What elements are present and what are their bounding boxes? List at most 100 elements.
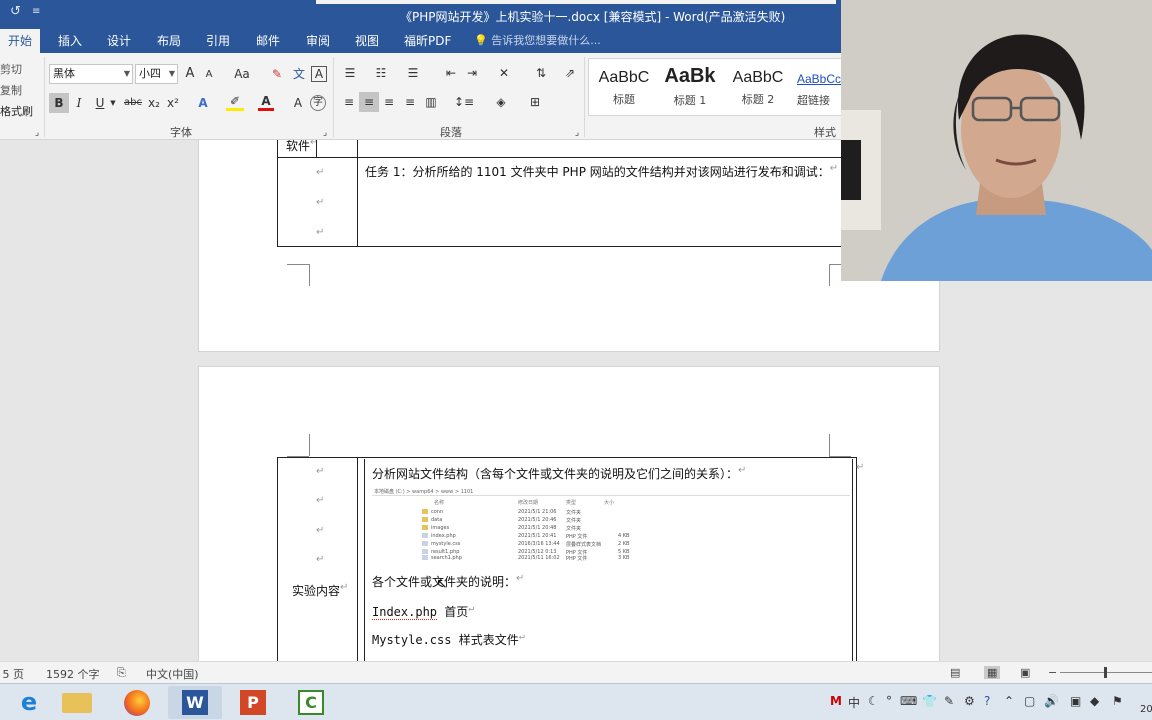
text-effects-icon[interactable]: A <box>194 93 212 113</box>
highlight-icon[interactable]: ✐ <box>226 93 244 111</box>
style-title[interactable]: AaBbC 标题 <box>591 63 657 107</box>
volume-icon[interactable]: 🔊 <box>1044 694 1059 708</box>
align-center-icon[interactable]: ≡ <box>359 92 379 112</box>
strikethrough-button[interactable]: abc <box>122 93 144 113</box>
ime-zh-icon[interactable]: 中 <box>848 694 860 711</box>
zoom-slider-thumb[interactable] <box>1104 667 1107 678</box>
firefox-icon[interactable] <box>110 686 164 719</box>
distributed-icon[interactable]: ▥ <box>422 92 440 112</box>
proofing-icon[interactable]: ⎘ <box>117 666 126 680</box>
style-hyperlink[interactable]: AaBbCcI 超链接 <box>793 63 843 108</box>
web-layout-icon[interactable]: ▣ <box>1020 666 1030 679</box>
network-icon[interactable]: ▢ <box>1024 694 1035 708</box>
style-preview: AaBk <box>664 65 716 87</box>
ime-m-icon[interactable]: M <box>830 694 842 708</box>
char-shading-icon[interactable]: A <box>290 93 306 113</box>
paragraph-mark: ↵ <box>316 466 325 477</box>
tab-mailings[interactable]: 邮件 <box>256 29 280 53</box>
punctuation-icon[interactable]: ° <box>886 694 892 708</box>
grow-font-button[interactable]: A <box>182 64 198 84</box>
justify-icon[interactable]: ≡ <box>401 92 419 112</box>
copy-button[interactable]: 复制 <box>0 82 22 98</box>
tab-view[interactable]: 视图 <box>355 29 379 53</box>
file-structure-heading[interactable]: 分析网站文件结构（含每个文件或文件夹的说明及它们之间的关系）： ↵ <box>372 465 746 482</box>
italic-button[interactable]: I <box>71 93 87 113</box>
usb-icon[interactable]: ▣ <box>1070 694 1081 708</box>
underline-button[interactable]: U <box>92 93 108 113</box>
char-spacing-icon[interactable]: ✕ <box>492 63 516 83</box>
superscript-button[interactable]: x² <box>165 93 181 113</box>
bullets-icon[interactable]: ☰ <box>340 63 360 83</box>
moon-icon[interactable]: ☾ <box>868 694 879 708</box>
customize-qat-icon[interactable]: ≡ <box>32 6 40 17</box>
keyboard-icon[interactable]: ⌨ <box>900 694 917 708</box>
sort-icon[interactable]: ⇅ <box>531 63 551 83</box>
char-border-icon[interactable]: A <box>311 66 327 82</box>
presenter-image <box>841 0 1152 281</box>
multilevel-list-icon[interactable]: ☰ <box>402 63 424 83</box>
borders-icon[interactable]: ⊞ <box>522 92 548 112</box>
help-icon[interactable]: ? <box>984 694 990 708</box>
clear-format-icon[interactable]: ✎ <box>268 64 286 84</box>
bold-button[interactable]: B <box>49 93 69 113</box>
camtasia-icon[interactable]: C <box>284 686 338 719</box>
word-icon[interactable]: W <box>168 686 222 719</box>
style-heading-2[interactable]: AaBbC 标题 2 <box>725 63 791 107</box>
increase-indent-icon[interactable]: ⇥ <box>462 63 482 83</box>
phonetic-guide-icon[interactable]: 文 <box>290 64 308 84</box>
tab-references[interactable]: 引用 <box>206 29 230 53</box>
font-color-icon[interactable]: A <box>258 93 274 111</box>
style-heading-1[interactable]: AaBk 标题 1 <box>657 63 723 108</box>
subscript-button[interactable]: x₂ <box>146 93 162 113</box>
tab-insert[interactable]: 插入 <box>58 29 82 53</box>
settings-icon[interactable]: ⚙ <box>964 694 975 708</box>
tab-home[interactable]: 开始 <box>0 29 41 53</box>
index-php-name: Index.php <box>372 605 438 620</box>
decrease-indent-icon[interactable]: ⇤ <box>441 63 461 83</box>
align-right-icon[interactable]: ≡ <box>380 92 398 112</box>
index-php-line[interactable]: Index.php 首页 ↵ <box>372 603 474 620</box>
chevron-down-icon[interactable]: ▼ <box>108 93 118 113</box>
change-case-button[interactable]: Aa <box>228 64 256 84</box>
file-explorer-icon[interactable] <box>50 686 104 719</box>
file-icon <box>422 533 428 538</box>
print-layout-icon[interactable]: ▦ <box>984 666 1001 679</box>
align-left-icon[interactable]: ≡ <box>340 92 358 112</box>
read-mode-icon[interactable]: ▤ <box>950 666 960 679</box>
line-spacing-icon[interactable]: ↕≡ <box>451 92 477 112</box>
show-marks-icon[interactable]: ⇗ <box>561 63 579 83</box>
zoom-out-icon[interactable]: − <box>1048 666 1057 679</box>
ie-icon[interactable]: e <box>2 686 56 719</box>
app-tray-icon[interactable]: ◆ <box>1090 694 1099 708</box>
shading-icon[interactable]: ◈ <box>488 92 514 112</box>
explorer-screenshot-image[interactable]: 本地磁盘 (C:) > wamp64 > www > 1101 名称 修改日期 … <box>372 486 850 562</box>
page-count[interactable]: 第 5 页 <box>0 666 24 682</box>
tray-flag-icon[interactable]: ⚑ <box>1112 694 1123 708</box>
chevron-down-icon: ▼ <box>168 69 175 78</box>
tray-expand-icon[interactable]: ⌃ <box>1004 694 1014 708</box>
tools-icon[interactable]: ✎ <box>944 694 954 708</box>
cut-button[interactable]: 剪切 <box>0 61 22 77</box>
cell-border <box>852 459 853 661</box>
format-painter-button[interactable]: 格式刷 <box>0 103 33 119</box>
tab-layout[interactable]: 布局 <box>157 29 181 53</box>
shrink-font-button[interactable]: A <box>202 65 216 85</box>
skin-icon[interactable]: 👕 <box>922 694 937 708</box>
enclose-char-icon[interactable]: 字 <box>310 95 326 111</box>
word-count[interactable]: 1592 个字 <box>46 666 100 682</box>
clock[interactable]: 20 <box>1140 704 1152 715</box>
font-size-combo[interactable]: 小四 ▼ <box>135 64 178 84</box>
language-indicator[interactable]: 中文(中国) <box>146 666 199 682</box>
powerpoint-icon[interactable]: P <box>226 686 280 719</box>
tab-design[interactable]: 设计 <box>107 29 131 53</box>
mystyle-css-line[interactable]: Mystyle.css 样式表文件 ↵ <box>372 631 525 648</box>
task1-text[interactable]: 任务 1：分析所给的 1101 文件夹中 PHP 网站的文件结构并对该网站进行发… <box>365 163 838 180</box>
tell-me-box[interactable]: 💡 告诉我您想要做什么... <box>474 29 601 53</box>
tab-review[interactable]: 审阅 <box>306 29 330 53</box>
numbering-icon[interactable]: ☷ <box>371 63 391 83</box>
tab-foxit-pdf[interactable]: 福昕PDF <box>404 29 451 53</box>
font-name-combo[interactable]: 黑体 ▼ <box>49 64 133 84</box>
screenshot-row: mystyle.css 2016/3/16 13:44 层叠样式表文档 2 KB <box>422 541 629 548</box>
powerpoint-logo: P <box>240 690 266 715</box>
undo-icon[interactable]: ↺ <box>10 4 21 19</box>
